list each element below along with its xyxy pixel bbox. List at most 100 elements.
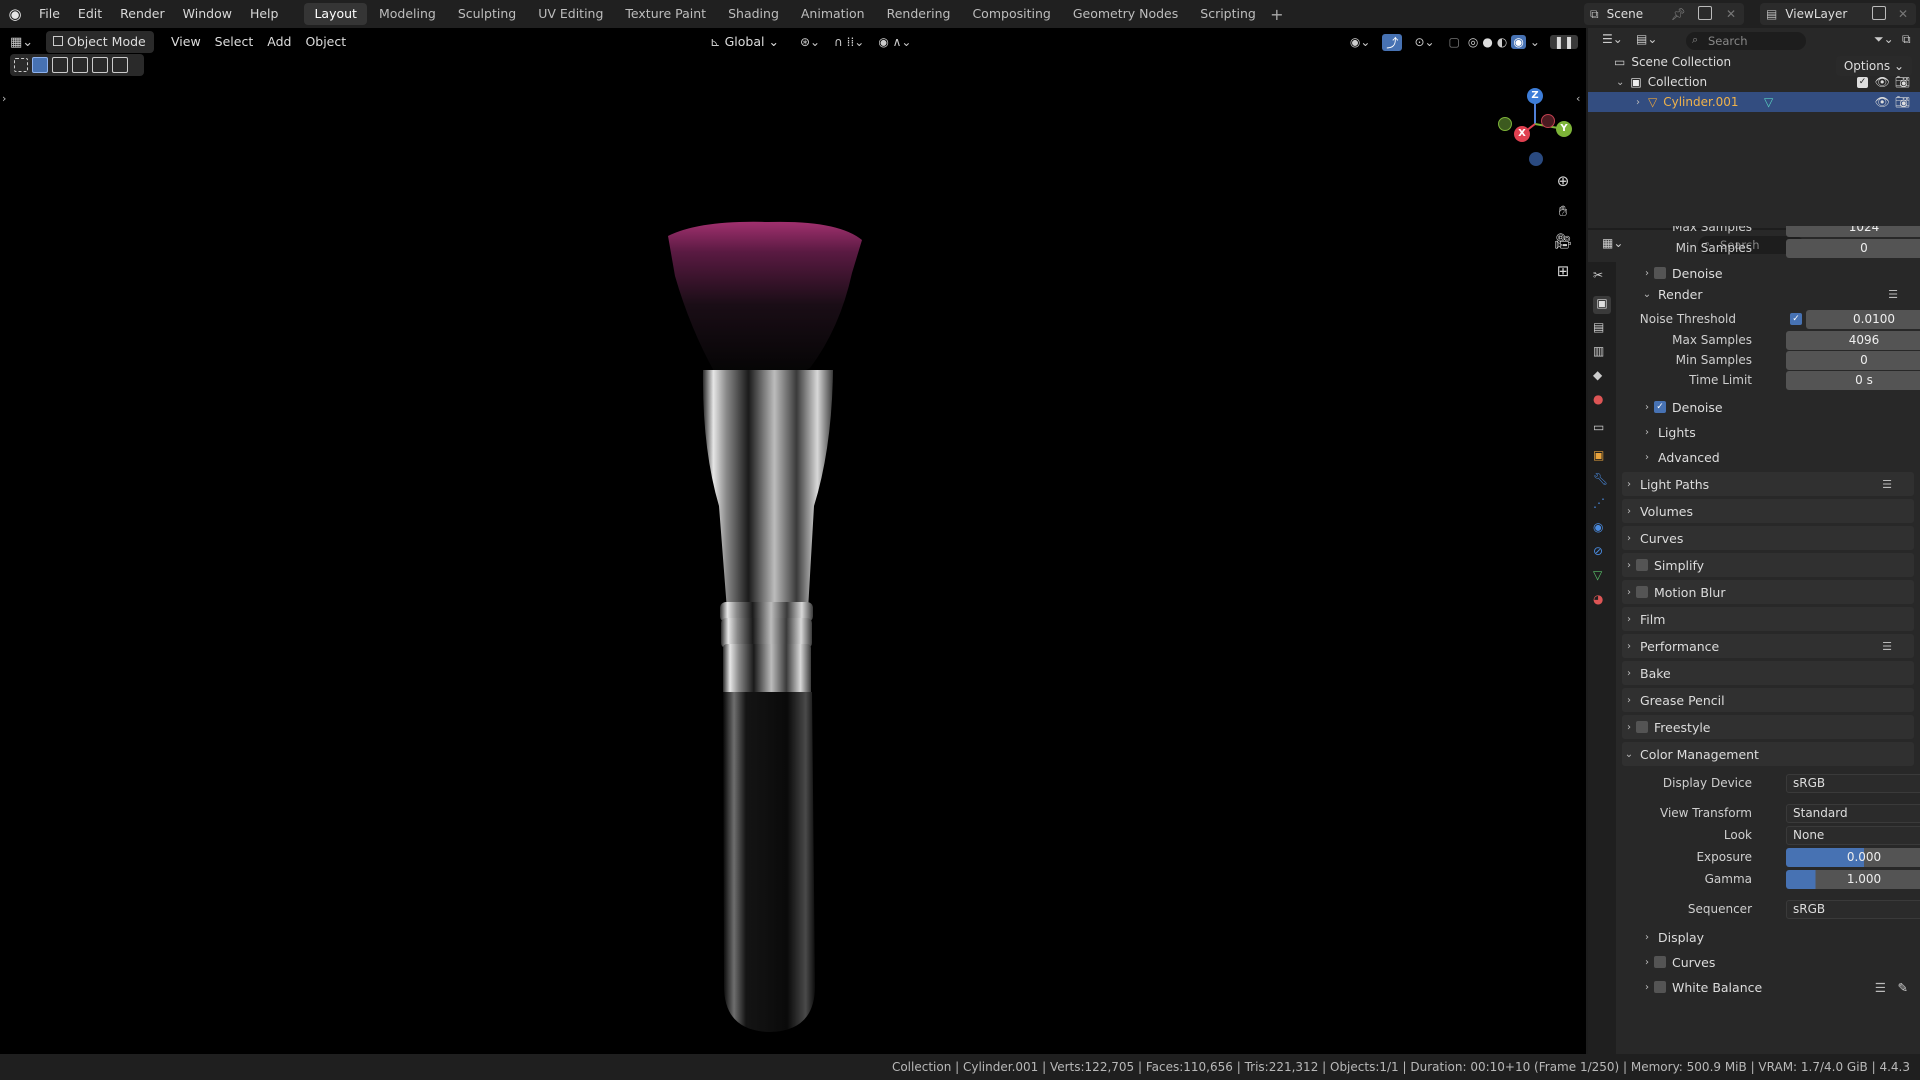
render-denoise-checkbox[interactable]: ✓: [1654, 401, 1666, 413]
tab-scripting[interactable]: Scripting: [1190, 3, 1266, 25]
outliner-row-cylinder[interactable]: › ▽ Cylinder.001 ▽ 👁︎ 📷︎: [1588, 92, 1920, 112]
collapse-sidebar-icon[interactable]: ‹: [1576, 92, 1580, 105]
gizmo-neg-z[interactable]: [1529, 152, 1543, 166]
panel-freestyle[interactable]: › Freestyle: [1622, 715, 1914, 739]
list-icon[interactable]: ☰: [1882, 478, 1892, 491]
exposure-slider[interactable]: 0.000: [1786, 847, 1920, 867]
3d-viewport[interactable]: [0, 28, 1586, 1054]
scene-tab-icon[interactable]: ◆: [1593, 368, 1611, 386]
tab-texture-paint[interactable]: Texture Paint: [615, 3, 716, 25]
shading-wireframe-icon[interactable]: ◎: [1468, 35, 1478, 49]
panel-grease-pencil[interactable]: › Grease Pencil: [1622, 688, 1914, 712]
options-button[interactable]: Options ⌄: [1835, 56, 1912, 76]
output-tab-icon[interactable]: ▤: [1593, 320, 1611, 338]
panel-film[interactable]: › Film: [1622, 607, 1914, 631]
camera-view-icon[interactable]: 🎥︎: [1550, 228, 1576, 254]
pause-render-icon[interactable]: ❚❚: [1549, 35, 1578, 49]
viewport-max-samples-field[interactable]: 1024: [1786, 226, 1920, 237]
gizmo-x-axis[interactable]: X: [1514, 126, 1530, 142]
display-mode-icon[interactable]: ▤⌄: [1636, 32, 1657, 46]
panel-simplify[interactable]: › Simplify: [1622, 553, 1914, 577]
tab-animation[interactable]: Animation: [791, 3, 875, 25]
tab-compositing[interactable]: Compositing: [962, 3, 1060, 25]
eyedropper-icon[interactable]: ✎: [1898, 980, 1908, 995]
filter-icon[interactable]: ⏷⌄: [1874, 32, 1894, 47]
noise-threshold-field[interactable]: 0.0100: [1806, 309, 1920, 329]
gizmo-neg-x[interactable]: [1541, 114, 1555, 128]
tab-geometry-nodes[interactable]: Geometry Nodes: [1063, 3, 1188, 25]
list-icon[interactable]: ☰: [1888, 288, 1898, 301]
view-layer-name[interactable]: ViewLayer: [1785, 7, 1847, 21]
physics-tab-icon[interactable]: ◉: [1593, 520, 1611, 538]
lights-subpanel[interactable]: › Lights: [1640, 421, 1910, 443]
delete-scene-icon[interactable]: ✕: [1726, 7, 1736, 21]
render-tab-icon[interactable]: ▣: [1593, 296, 1611, 314]
outliner-editor-icon[interactable]: ☰⌄: [1602, 32, 1623, 46]
outliner-search-input[interactable]: Search: [1686, 32, 1806, 50]
pivot-icon[interactable]: ⊛⌄: [800, 35, 820, 49]
panel-light-paths[interactable]: › Light Paths ☰: [1622, 472, 1914, 496]
collection-exclude-checkbox[interactable]: ✓: [1857, 76, 1868, 88]
particles-tab-icon[interactable]: ⋰: [1593, 496, 1611, 514]
sequencer-dropdown[interactable]: sRGB: [1786, 899, 1920, 919]
motion-blur-checkbox[interactable]: [1636, 586, 1648, 598]
new-view-layer-icon[interactable]: [1872, 6, 1886, 20]
viewport-denoise-subpanel[interactable]: › Denoise: [1640, 262, 1910, 284]
view-layer-selector[interactable]: ▤ ViewLayer ✕: [1760, 3, 1916, 25]
tab-modeling[interactable]: Modeling: [369, 3, 446, 25]
panel-color-management[interactable]: ⌄ Color Management: [1622, 742, 1914, 766]
menu-file[interactable]: File: [30, 0, 69, 28]
editor-type-icon[interactable]: ▦⌄: [10, 35, 40, 50]
list-icon[interactable]: ☰: [1882, 640, 1892, 653]
render-denoise-subpanel[interactable]: › ✓ Denoise: [1640, 396, 1910, 418]
object-tab-icon[interactable]: ▣: [1593, 448, 1611, 466]
gizmo-neg-y[interactable]: [1498, 117, 1512, 131]
data-tab-icon[interactable]: ▽: [1593, 568, 1611, 586]
scene-name[interactable]: Scene: [1607, 7, 1644, 21]
proportional-edit-icon[interactable]: ◉ ∧⌄: [878, 35, 911, 49]
advanced-subpanel[interactable]: › Advanced: [1640, 446, 1910, 468]
curves-subpanel[interactable]: › Curves: [1640, 951, 1910, 973]
object-visibility-icon[interactable]: 👁︎: [1875, 95, 1890, 109]
display-subpanel[interactable]: › Display: [1640, 926, 1910, 948]
overlay-icon[interactable]: ⊙⌄: [1414, 35, 1434, 49]
menu-edit[interactable]: Edit: [69, 0, 111, 28]
display-device-dropdown[interactable]: sRGB: [1786, 773, 1920, 793]
viewport-denoise-checkbox[interactable]: [1654, 267, 1666, 279]
navigation-gizmo[interactable]: Z Y X: [1495, 84, 1575, 174]
panel-curves[interactable]: › Curves: [1622, 526, 1914, 550]
collection-render-icon[interactable]: 📷︎: [1895, 75, 1910, 89]
add-workspace-button[interactable]: +: [1267, 5, 1287, 24]
expand-collection-icon[interactable]: ⌄: [1616, 77, 1624, 88]
blender-logo-icon[interactable]: ◉: [0, 5, 30, 23]
tab-shading[interactable]: Shading: [718, 3, 789, 25]
new-scene-icon[interactable]: [1698, 6, 1712, 20]
tool-tab-icon[interactable]: ✂︎: [1593, 268, 1611, 286]
gamma-slider[interactable]: 1.000: [1786, 869, 1920, 889]
menu-object[interactable]: Object: [298, 31, 353, 53]
properties-editor-icon[interactable]: ▦⌄: [1602, 236, 1623, 250]
shading-rendered-icon[interactable]: ◉: [1511, 35, 1526, 49]
gizmo-toggle-icon[interactable]: ⤴: [1382, 33, 1403, 51]
constraints-tab-icon[interactable]: ⊘: [1593, 544, 1611, 562]
world-tab-icon[interactable]: ●: [1593, 392, 1611, 410]
mode-selector[interactable]: Object Mode ⌄: [46, 31, 154, 71]
shading-options-icon[interactable]: ⌄: [1530, 35, 1540, 49]
pin-icon[interactable]: 📌︎: [1671, 7, 1686, 21]
object-render-icon[interactable]: 📷︎: [1895, 95, 1910, 109]
viewport-min-samples-field[interactable]: 0: [1786, 238, 1920, 258]
delete-view-layer-icon[interactable]: ✕: [1898, 7, 1908, 21]
new-collection-icon[interactable]: ⧉: [1902, 32, 1911, 47]
view-layer-tab-icon[interactable]: ▥: [1593, 344, 1611, 362]
menu-help[interactable]: Help: [241, 0, 288, 28]
shading-material-icon[interactable]: ◐: [1497, 35, 1507, 49]
menu-select[interactable]: Select: [208, 31, 261, 53]
curves-checkbox[interactable]: [1654, 956, 1666, 968]
tab-layout[interactable]: Layout: [304, 3, 367, 25]
menu-view[interactable]: View: [164, 31, 208, 53]
modifier-tab-icon[interactable]: 🔧︎: [1593, 472, 1611, 490]
white-balance-checkbox[interactable]: [1654, 981, 1666, 993]
transform-orientation[interactable]: ⊾ Global ⌄: [703, 31, 786, 53]
look-dropdown[interactable]: None: [1786, 825, 1920, 845]
panel-bake[interactable]: › Bake: [1622, 661, 1914, 685]
